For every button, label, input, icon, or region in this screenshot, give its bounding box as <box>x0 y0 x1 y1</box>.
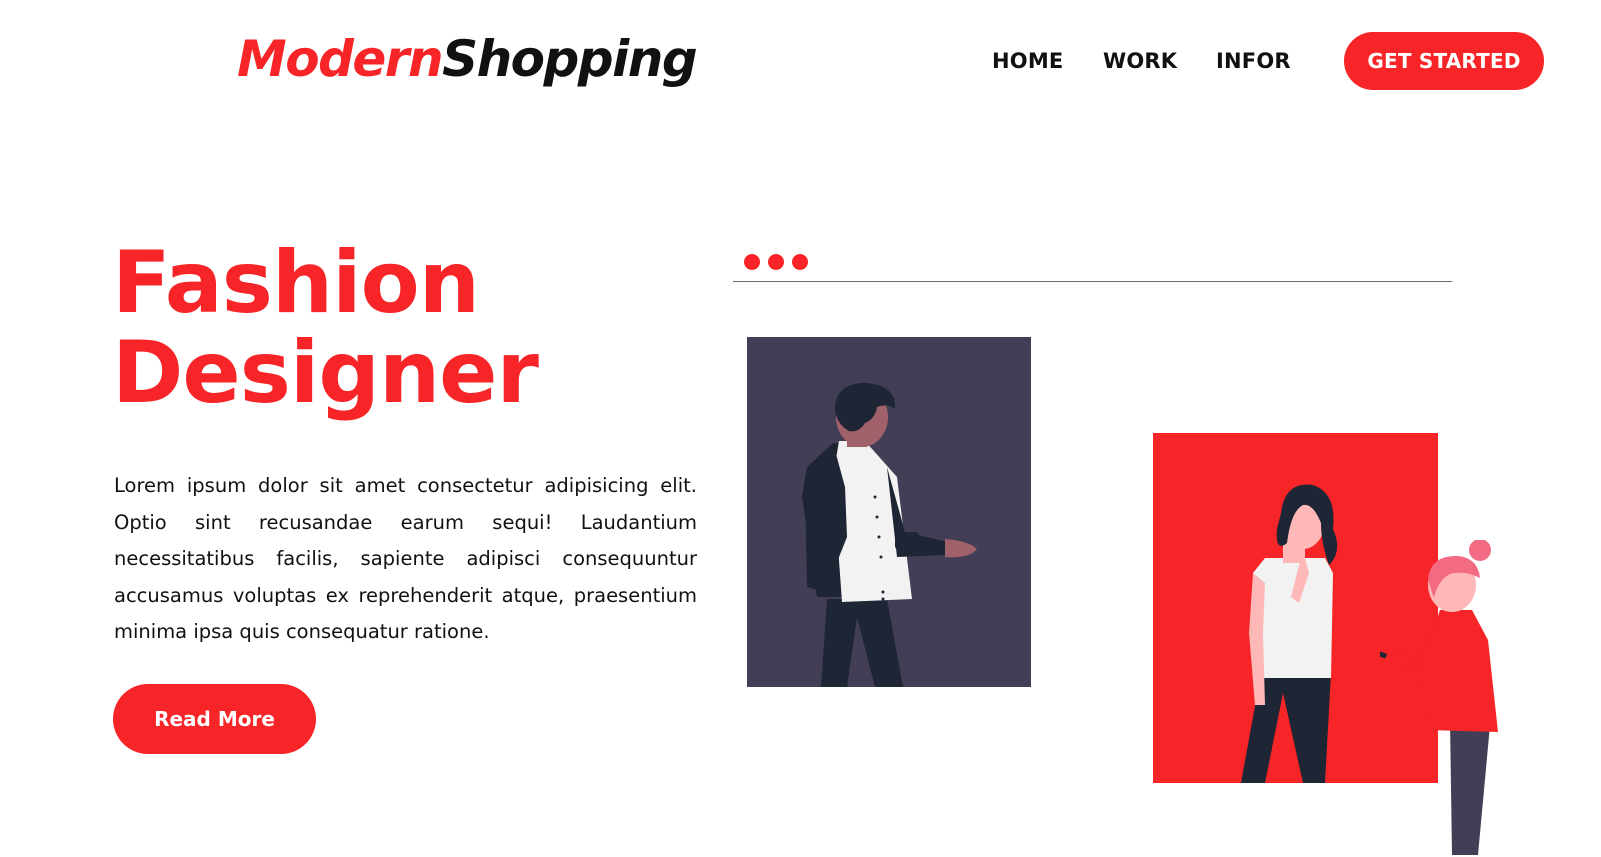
window-dot <box>768 254 784 270</box>
hero-description: Lorem ipsum dolor sit amet consectetur a… <box>114 474 697 643</box>
divider-line <box>733 281 1452 282</box>
window-dot <box>792 254 808 270</box>
nav-home-link[interactable]: HOME <box>992 49 1063 73</box>
window-dots-icon <box>744 254 808 270</box>
logo-text-modern: Modern <box>237 30 444 88</box>
hero-title: Fashion Designer <box>112 233 539 423</box>
woman-with-phone-illustration <box>1364 539 1540 857</box>
hero-title-line-1: Fashion <box>112 233 480 333</box>
read-more-button[interactable]: Read More <box>113 684 316 754</box>
nav-infor-link[interactable]: INFOR <box>1216 49 1291 73</box>
man-figure-illustration <box>802 383 977 687</box>
logo-text-shopping: Shopping <box>442 30 698 88</box>
hero-title-line-2: Designer <box>112 323 539 423</box>
site-logo[interactable]: ModernShopping <box>237 24 698 94</box>
nav-work-link[interactable]: WORK <box>1103 49 1177 73</box>
man-illustration-card <box>747 337 1031 687</box>
window-dot <box>744 254 760 270</box>
get-started-button[interactable]: GET STARTED <box>1344 32 1544 90</box>
woman-with-phone-figure <box>1364 539 1498 855</box>
